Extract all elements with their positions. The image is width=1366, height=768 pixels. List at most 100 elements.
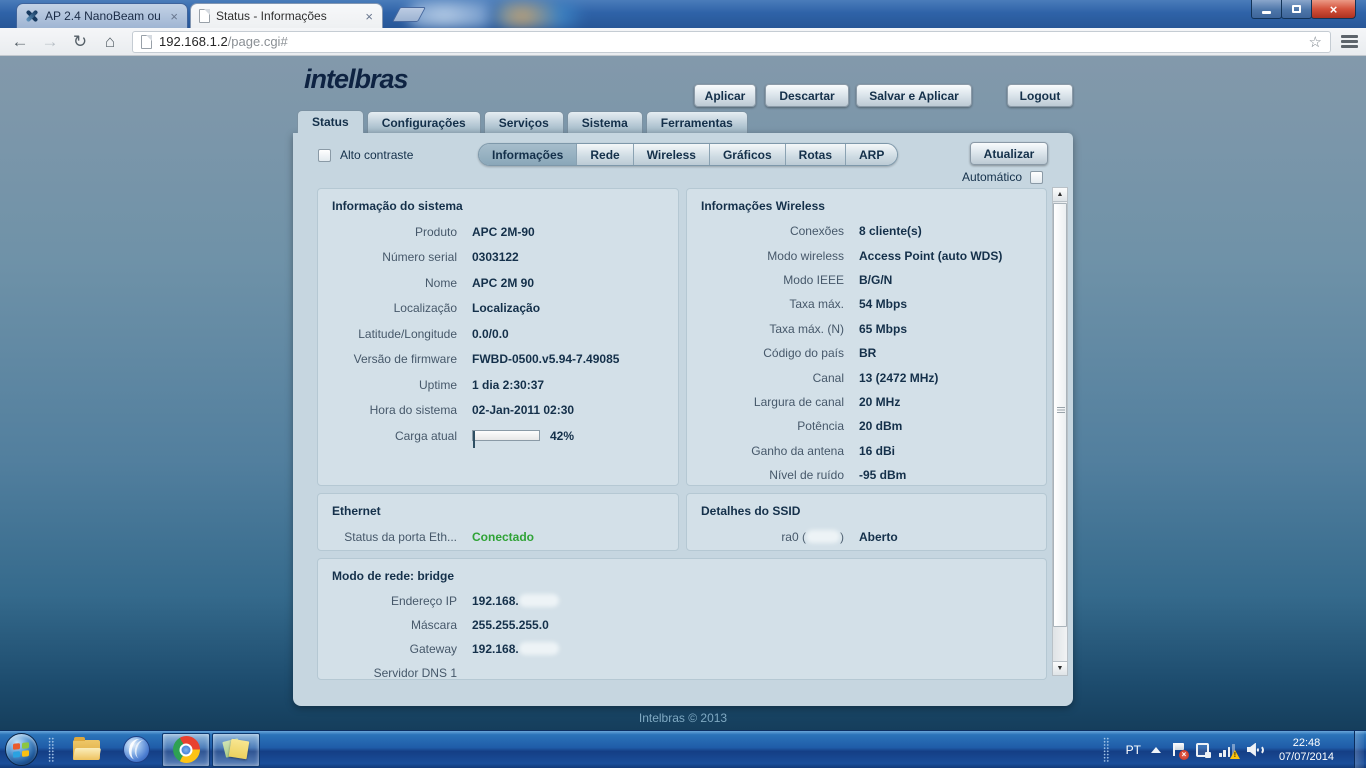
page-favicon-icon	[199, 9, 210, 23]
airos-favicon-icon	[25, 9, 39, 23]
router-admin-page: intelbras Aplicar Descartar Salvar e Apl…	[0, 56, 1366, 730]
ethernet-panel: Ethernet Status da porta Eth... Conectad…	[317, 493, 679, 551]
minimize-button[interactable]	[1251, 0, 1282, 19]
maximize-button[interactable]	[1281, 0, 1312, 19]
panel-title: Informações Wireless	[701, 199, 825, 213]
blue-orb-app-icon	[122, 736, 150, 763]
url-host: 192.168.1.2	[159, 34, 228, 49]
sticky-notes-icon	[223, 737, 250, 762]
discard-button[interactable]: Descartar	[765, 84, 849, 107]
scrollbar-up-button[interactable]: ▲	[1053, 188, 1067, 202]
home-button[interactable]: ⌂	[98, 30, 122, 54]
subtab-rede[interactable]: Rede	[577, 144, 634, 165]
explorer-folder-icon	[72, 736, 100, 760]
browser-titlebar: AP 2.4 NanoBeam ou Nan × Status - Inform…	[0, 0, 1366, 28]
ssid-row: ra0 () Aberto	[699, 524, 1034, 550]
browser-tab-nanobeam[interactable]: AP 2.4 NanoBeam ou Nan ×	[16, 3, 188, 28]
panel-title: Ethernet	[332, 504, 381, 518]
subtab-arp[interactable]: ARP	[846, 144, 898, 165]
action-center-flag-icon[interactable]: ×	[1171, 742, 1189, 760]
chrome-icon	[172, 736, 200, 763]
status-subtabs: Informações Rede Wireless Gráficos Rotas…	[478, 143, 899, 166]
reload-button[interactable]: ↻	[68, 30, 92, 54]
tab-close-icon[interactable]: ×	[169, 10, 179, 23]
bookmark-star-icon[interactable]: ☆	[1309, 33, 1322, 51]
tab-servicos[interactable]: Serviços	[483, 111, 564, 133]
subtab-informacoes[interactable]: Informações	[479, 144, 578, 165]
info-row: Conexões 8 cliente(s)	[789, 224, 922, 239]
ssid-panel: Detalhes do SSID ra0 () Aberto	[686, 493, 1047, 551]
system-tray: PT × ! 22:48 07/07/2014	[1097, 730, 1366, 768]
clock-date: 07/07/2014	[1278, 750, 1334, 763]
start-button[interactable]	[0, 731, 42, 768]
info-row: Número serial 0303122	[382, 250, 519, 265]
taskbar-chrome-button[interactable]	[162, 732, 210, 767]
language-indicator[interactable]: PT	[1126, 743, 1141, 757]
back-button[interactable]: ←	[8, 30, 32, 54]
network-signal-icon[interactable]: !	[1218, 742, 1240, 759]
subtab-wireless[interactable]: Wireless	[633, 144, 710, 165]
scrollbar-grip-icon	[1057, 406, 1065, 415]
close-icon: ×	[1329, 1, 1338, 17]
info-row: Taxa máx. (N) 65 Mbps	[769, 321, 908, 336]
tab-ferramentas[interactable]: Ferramentas	[645, 111, 748, 133]
apply-button[interactable]: Aplicar	[694, 84, 756, 107]
info-row: Canal 13 (2472 MHz)	[812, 370, 939, 385]
url-path: /page.cgi#	[227, 34, 288, 49]
high-contrast-checkbox[interactable]	[318, 148, 331, 162]
panel-title: Detalhes do SSID	[701, 504, 801, 518]
windows-taskbar: PT × ! 22:48 07/07/2014	[0, 730, 1366, 768]
subtab-graficos[interactable]: Gráficos	[709, 144, 786, 165]
info-row: Versão de firmware FWBD-0500.v5.94-7.4908…	[353, 352, 620, 367]
volume-icon[interactable]	[1246, 742, 1264, 757]
url-text[interactable]: 192.168.1.2/page.cgi#	[159, 34, 288, 49]
cpu-load-row: Carga atual 42%	[330, 423, 666, 449]
info-row: Hora do sistema 02-Jan-2011 02:30	[369, 403, 575, 418]
screen: AP 2.4 NanoBeam ou Nan × Status - Inform…	[0, 0, 1366, 768]
taskbar-clock[interactable]: 22:48 07/07/2014	[1273, 736, 1340, 764]
content-scrollbar[interactable]: ▲ ▼	[1052, 187, 1068, 676]
scrollbar-down-button[interactable]: ▼	[1053, 661, 1067, 675]
taskbar-grip	[48, 736, 55, 763]
scrollbar-thumb[interactable]	[1053, 203, 1067, 627]
wireless-info-panel: Informações Wireless Conexões 8 cliente(s…	[686, 188, 1047, 486]
taskbar-winbox-button[interactable]	[112, 732, 160, 768]
taskbar-explorer-button[interactable]	[62, 732, 110, 768]
tab-title: AP 2.4 NanoBeam ou Nan	[45, 9, 163, 23]
cpu-load-value: 42%	[550, 428, 575, 443]
cpu-load-fill	[473, 431, 475, 449]
info-row: Potência 20 dBm	[797, 419, 903, 434]
tab-configuracoes[interactable]: Configurações	[366, 111, 481, 133]
forward-button[interactable]: →	[38, 30, 62, 54]
show-desktop-button[interactable]	[1354, 730, 1364, 768]
ssid-label: ra0 ()	[781, 530, 844, 544]
redacted-ssid	[806, 530, 840, 543]
minimize-icon	[1262, 11, 1271, 14]
info-row: Latitude/Longitude 0.0/0.0	[358, 326, 509, 341]
tab-close-icon[interactable]: ×	[364, 10, 374, 23]
subtab-rotas[interactable]: Rotas	[785, 144, 846, 165]
tab-status[interactable]: Status	[297, 110, 364, 133]
clock-time: 22:48	[1292, 736, 1321, 749]
tab-title: Status - Informações	[216, 9, 327, 23]
logout-button[interactable]: Logout	[1007, 84, 1073, 107]
info-row: Largura de canal 20 MHz	[753, 394, 901, 409]
refresh-button[interactable]: Atualizar	[970, 142, 1048, 165]
power-plug-icon[interactable]	[1195, 742, 1211, 758]
info-row: Ganho da antena 16 dBi	[751, 443, 896, 458]
save-apply-button[interactable]: Salvar e Aplicar	[856, 84, 972, 107]
address-bar[interactable]: 192.168.1.2/page.cgi# ☆	[132, 30, 1331, 53]
content-card: Alto contraste Informações Rede Wireless…	[293, 133, 1073, 706]
tab-sistema[interactable]: Sistema	[566, 111, 643, 133]
close-button[interactable]: ×	[1311, 0, 1356, 19]
intelbras-logo: intelbras	[304, 64, 409, 94]
chrome-menu-button[interactable]	[1341, 35, 1358, 48]
show-hidden-icons-button[interactable]	[1150, 746, 1161, 753]
ethernet-status-row: Status da porta Eth... Conectado	[344, 530, 535, 544]
info-row: Endereço IP 192.168.	[330, 589, 1034, 613]
browser-tab-status[interactable]: Status - Informações ×	[190, 3, 383, 28]
auto-refresh-checkbox[interactable]	[1030, 170, 1043, 184]
auto-refresh-option: Automático	[962, 170, 1043, 184]
info-row: Modo wireless Access Point (auto WDS)	[767, 248, 1003, 263]
taskbar-sticky-notes-button[interactable]	[212, 732, 260, 767]
